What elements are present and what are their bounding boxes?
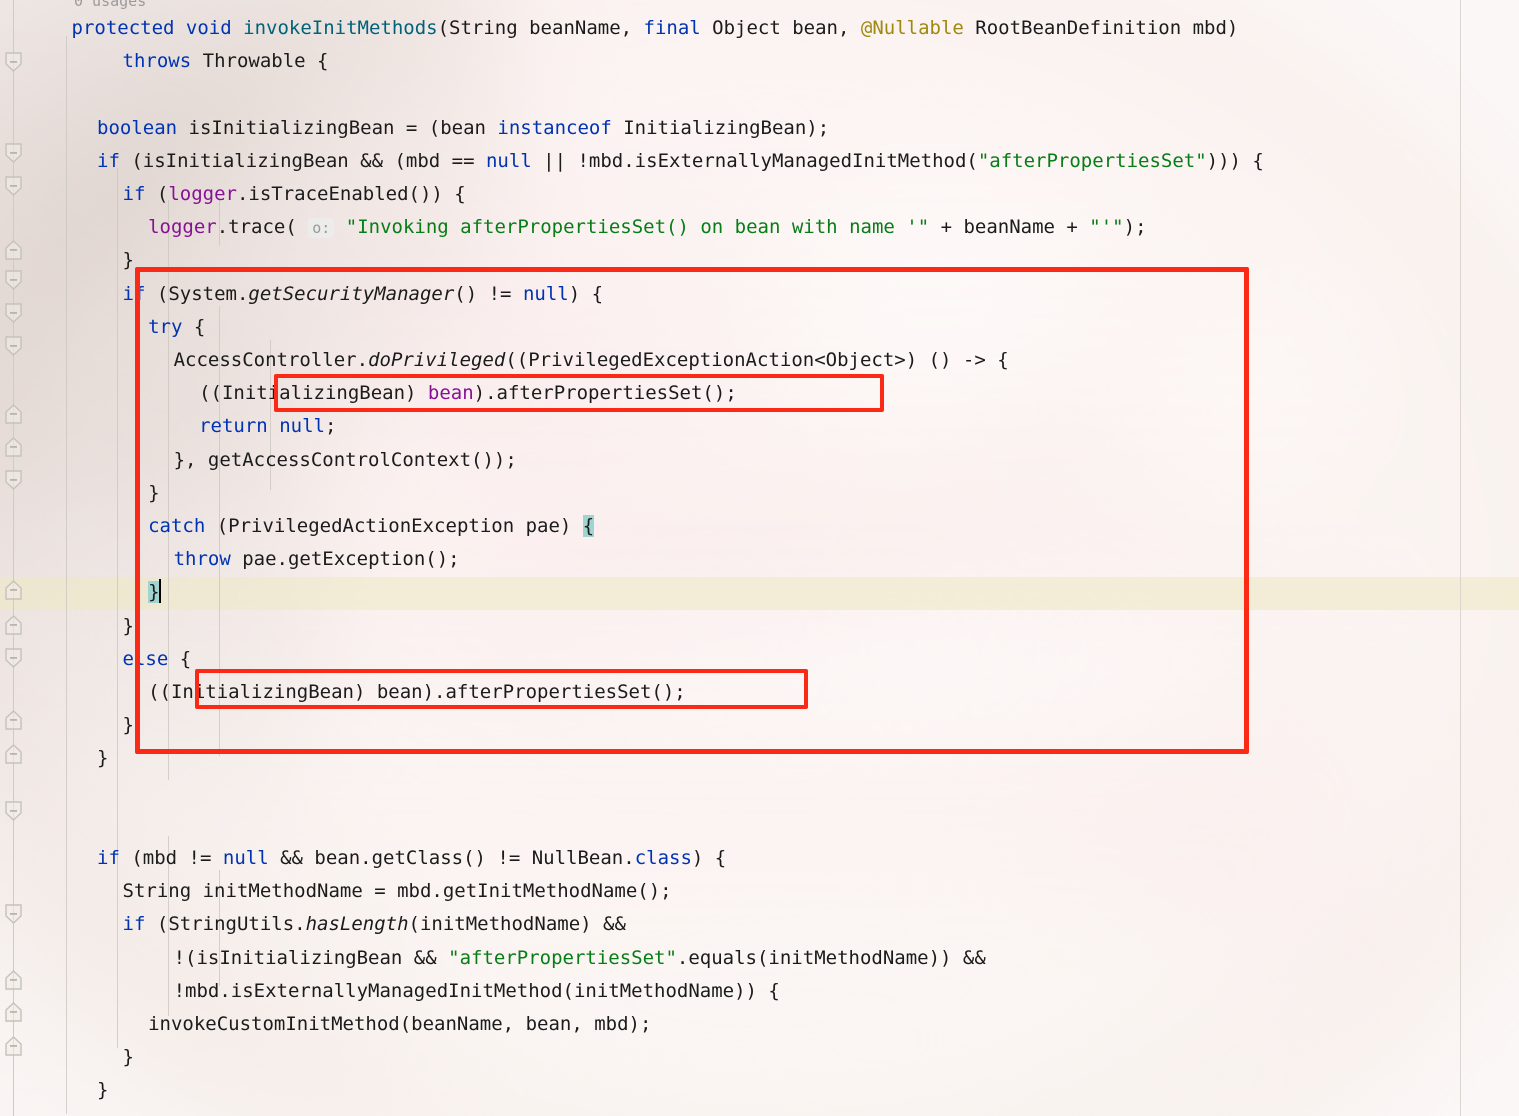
code-token: InitializingBean); (611, 116, 830, 139)
code-token: class (634, 847, 692, 869)
annotation-box-else-after-properties-set-call (195, 669, 808, 709)
code-line[interactable]: String initMethodName = mbd.getInitMetho… (46, 875, 672, 908)
code-token: if (122, 183, 146, 205)
code-line[interactable]: } (46, 1074, 108, 1107)
code-token: Throwable { (191, 50, 329, 73)
editor-window: 0 usages protected void invokeInitMethod… (0, 0, 1519, 1116)
code-token: "afterPropertiesSet" (977, 149, 1207, 172)
code-token: if (97, 149, 120, 172)
code-token: (String beanName, (437, 17, 644, 39)
code-token: @Nullable (860, 17, 964, 39)
code-token: if (122, 913, 146, 936)
code-token: hasLength (305, 913, 409, 936)
code-token: } (97, 747, 109, 770)
code-token: "'" (1089, 216, 1124, 239)
code-line[interactable]: if (mbd != null && bean.getClass() != Nu… (46, 842, 726, 875)
code-line[interactable]: throws Throwable { (46, 45, 329, 78)
code-token: + beanName + (929, 216, 1090, 239)
code-token: void (185, 17, 232, 39)
usages-inlay-hint[interactable]: 0 usages (74, 0, 146, 10)
annotation-box-privileged-after-properties-set-call (274, 374, 884, 412)
code-token: if (97, 847, 120, 869)
code-token: || !mbd.isExternallyManagedInitMethod( (531, 149, 978, 172)
code-token: instanceof (497, 116, 612, 139)
code-token: invokeInitMethods (243, 17, 438, 39)
code-token: "Invoking afterPropertiesSet() on bean w… (345, 216, 930, 239)
code-token: } (122, 249, 134, 272)
code-token: .equals(initMethodName)) && (676, 946, 986, 969)
code-line[interactable]: !mbd.isExternallyManagedInitMethod(initM… (46, 975, 780, 1008)
code-token: ))) { (1206, 149, 1264, 172)
code-line[interactable]: } (46, 1108, 83, 1116)
code-token: isInitializingBean = (bean (177, 116, 498, 139)
code-token: Object bean, (700, 17, 861, 39)
code-token: } (122, 714, 134, 737)
code-token: (mbd != (119, 847, 223, 869)
code-line[interactable]: boolean isInitializingBean = (bean insta… (46, 112, 829, 145)
code-line[interactable]: } (46, 709, 134, 742)
code-token: "afterPropertiesSet" (448, 946, 677, 969)
code-token: ); (1123, 216, 1147, 239)
code-token: protected (71, 17, 175, 39)
code-token: RootBeanDefinition mbd) (963, 17, 1239, 39)
code-token: ) { (691, 847, 727, 869)
code-token: } (72, 1113, 83, 1116)
code-token: && bean.getClass() != NullBean. (268, 847, 635, 869)
code-line[interactable]: } (46, 1041, 134, 1074)
code-token: (StringUtils. (145, 913, 306, 936)
code-token: boolean (97, 116, 178, 139)
code-line[interactable]: logger.trace( o: "Invoking afterProperti… (46, 211, 1147, 244)
code-token: logger (148, 216, 217, 239)
code-token: throws (122, 50, 192, 73)
code-line[interactable]: !(isInitializingBean && "afterProperties… (46, 942, 986, 975)
code-token: } (122, 614, 134, 637)
code-line[interactable]: } (46, 742, 108, 775)
code-line[interactable]: if (isInitializingBean && (mbd == null |… (46, 145, 1264, 178)
code-line[interactable]: } (46, 610, 134, 643)
code-line[interactable]: if (logger.isTraceEnabled()) { (46, 178, 466, 211)
code-token: null (222, 847, 269, 869)
code-token: } (97, 1079, 109, 1102)
code-token: invokeCustomInitMethod(beanName, bean, m… (148, 1013, 652, 1035)
code-line[interactable]: protected void invokeInitMethods(String … (46, 12, 1239, 45)
code-token: (initMethodName) && (408, 913, 626, 936)
code-token: logger (168, 183, 237, 205)
code-token: String initMethodName = mbd.getInitMetho… (122, 880, 672, 903)
code-line[interactable]: } (46, 244, 134, 277)
code-token: .isTraceEnabled()) { (236, 183, 466, 205)
code-token: null (485, 149, 532, 172)
code-token: !(isInitializingBean && (173, 946, 449, 969)
code-token: ( (145, 183, 169, 205)
code-line[interactable]: if (StringUtils.hasLength(initMethodName… (46, 908, 626, 941)
code-token: final (643, 17, 701, 39)
code-token: } (122, 1046, 134, 1069)
code-token: .trace( (216, 216, 309, 239)
code-token: o: (308, 218, 335, 239)
code-line[interactable]: invokeCustomInitMethod(beanName, bean, m… (46, 1008, 651, 1041)
code-token: !mbd.isExternallyManagedInitMethod(initM… (173, 979, 780, 1002)
code-token: (isInitializingBean && (mbd == (119, 149, 486, 172)
